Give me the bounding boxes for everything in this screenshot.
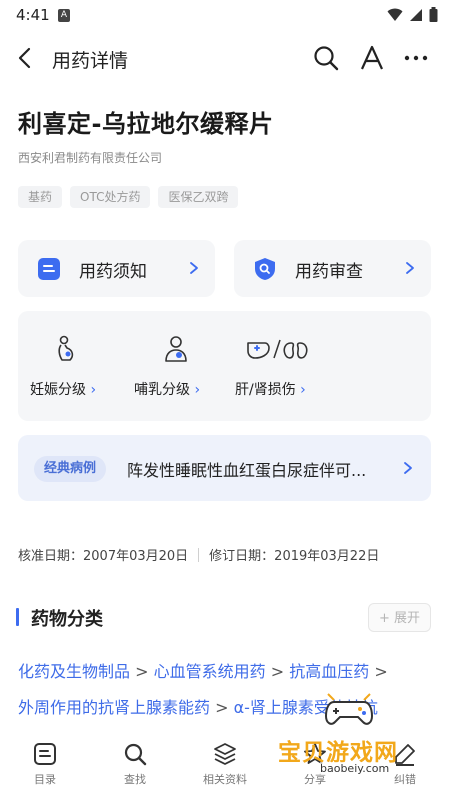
chevron-right-icon <box>404 462 412 474</box>
section-accent-bar <box>16 608 19 626</box>
font-size-icon[interactable] <box>358 44 386 72</box>
breastfeeding-icon <box>165 336 187 362</box>
medication-review-label: 用药审查 <box>295 262 363 282</box>
pregnancy-icon <box>58 335 74 361</box>
page-title: 用药详情 <box>52 50 129 72</box>
chevron-right-icon <box>190 262 198 274</box>
special-population-card: 妊娠分级 › 哺乳分级 › 肝/肾损伤 › <box>18 311 431 421</box>
wifi-icon <box>387 8 403 21</box>
liver-kidney-label: 肝/肾损伤 › <box>235 382 306 398</box>
expand-button[interactable]: + 展开 <box>367 603 431 632</box>
classic-case-card[interactable]: 经典病例 阵发性睡眠性血红蛋白尿症伴可... <box>18 435 431 501</box>
signal-icon <box>410 8 422 21</box>
medication-notice-card[interactable]: 用药须知 <box>18 240 215 297</box>
classic-case-text: 阵发性睡眠性血红蛋白尿症伴可... <box>127 461 367 480</box>
back-arrow-icon[interactable] <box>12 44 40 72</box>
catalog-icon <box>34 743 56 765</box>
nav-catalog[interactable]: 目录 <box>0 730 90 800</box>
liver-kidney-icon <box>247 339 308 359</box>
classification-link[interactable]: 抗高血压药 <box>289 662 369 681</box>
layers-icon <box>214 743 236 765</box>
revision-date: 修订日期：2019年03月22日 <box>209 549 380 564</box>
classification-header: 药物分类 + 展开 <box>16 602 431 632</box>
path-separator: > <box>270 662 285 681</box>
path-separator: > <box>135 662 149 681</box>
pregnancy-grade-item[interactable]: 妊娠分级 › <box>18 311 138 421</box>
nav-label: 查找 <box>124 773 146 786</box>
status-time: 4:41 <box>16 6 50 24</box>
search-icon <box>124 743 147 766</box>
nav-related[interactable]: 相关资料 <box>180 730 270 800</box>
system-icons <box>387 7 438 22</box>
drug-tags: 基药 OTC处方药 医保乙双跨 <box>18 186 239 208</box>
status-bar: 4:41 A <box>0 0 450 32</box>
pregnancy-grade-label: 妊娠分级 › <box>30 382 97 398</box>
approval-date: 核准日期：2007年03月20日 <box>18 549 189 564</box>
top-bar: 用药详情 <box>0 36 450 80</box>
path-separator: > <box>215 698 229 717</box>
tag-essential: 基药 <box>18 186 63 208</box>
lactation-grade-item[interactable]: 哺乳分级 › <box>123 311 233 421</box>
chevron-right-icon <box>406 262 414 274</box>
liver-kidney-item[interactable]: 肝/肾损伤 › <box>233 311 343 421</box>
divider <box>198 547 200 562</box>
drug-name: 利喜定-乌拉地尔缓释片 <box>18 110 274 138</box>
classification-link[interactable]: 心血管系统用药 <box>154 662 266 681</box>
gamepad-icon <box>324 693 374 725</box>
path-separator: > <box>374 662 388 681</box>
classification-link[interactable]: 化药及生物制品 <box>18 662 130 681</box>
tag-otc: OTC处方药 <box>70 186 151 208</box>
tag-insurance: 医保乙双跨 <box>158 186 239 208</box>
manufacturer: 西安利君制药有限责任公司 <box>18 151 163 165</box>
classic-case-badge: 经典病例 <box>34 456 107 482</box>
notification-badge: A <box>58 9 70 22</box>
battery-icon <box>429 7 438 22</box>
watermark-url: baobeiy.com <box>320 762 390 775</box>
nav-label: 目录 <box>34 773 56 786</box>
section-title: 药物分类 <box>31 609 103 630</box>
classification-link[interactable]: 外周作用的抗肾上腺素能药 <box>18 698 210 717</box>
medication-notice-label: 用药须知 <box>79 262 147 282</box>
more-icon[interactable] <box>402 44 430 72</box>
nav-label: 相关资料 <box>203 773 247 786</box>
watermark: 宝贝游戏网 baobeiy.com <box>268 686 438 786</box>
shield-search-icon <box>255 258 275 280</box>
document-icon <box>38 258 60 280</box>
lactation-grade-label: 哺乳分级 › <box>134 382 201 398</box>
medication-review-card[interactable]: 用药审查 <box>234 240 431 297</box>
nav-search[interactable]: 查找 <box>90 730 180 800</box>
approval-dates: 核准日期：2007年03月20日 修订日期：2019年03月22日 <box>18 545 379 564</box>
search-icon[interactable] <box>312 44 340 72</box>
